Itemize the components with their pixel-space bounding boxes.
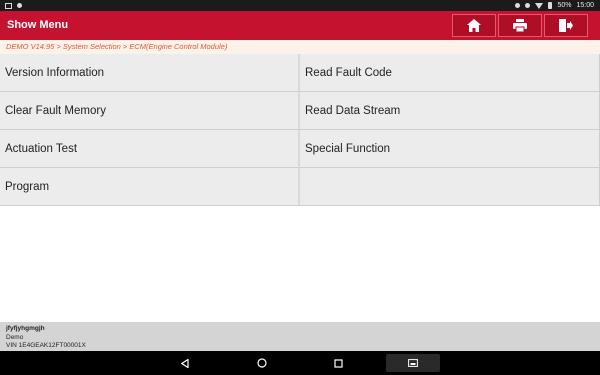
exit-icon: [559, 19, 573, 32]
status-right: 50% 15:00: [515, 0, 594, 11]
home-button[interactable]: [452, 14, 496, 37]
menu-item-read-data-stream[interactable]: Read Data Stream: [300, 92, 600, 130]
function-menu: Version Information Read Fault Code Clea…: [0, 54, 600, 206]
battery-icon: [548, 2, 553, 9]
vehicle-info-panel: jfyfjyhgmgjh Demo VIN 1E4GEAK12FT00001X: [0, 322, 600, 351]
vehicle-mode: Demo: [6, 333, 24, 341]
print-button[interactable]: [498, 14, 542, 37]
menu-item-actuation-test[interactable]: Actuation Test: [0, 130, 300, 168]
page-title: Show Menu: [7, 19, 69, 31]
bluetooth-icon: [525, 3, 531, 8]
menu-item-special-function[interactable]: Special Function: [300, 130, 600, 168]
menu-item-program[interactable]: Program: [0, 168, 300, 206]
clock: 15:00: [576, 2, 594, 9]
status-bar: 50% 15:00: [0, 0, 600, 11]
printer-icon: [513, 19, 527, 32]
app-header: Show Menu: [0, 11, 600, 40]
wifi-icon: [535, 2, 544, 9]
app-notification-icon: [17, 3, 22, 8]
vehicle-vin: VIN 1E4GEAK12FT00001X: [6, 342, 86, 349]
menu-item-read-fault-code[interactable]: Read Fault Code: [300, 54, 600, 92]
recent-apps-button[interactable]: [330, 351, 346, 375]
navigation-bar: [0, 351, 600, 375]
back-triangle-icon: [181, 358, 189, 368]
menu-item-empty: [300, 168, 600, 206]
menu-item-version-information[interactable]: Version Information: [0, 54, 300, 92]
image-notification-icon: [5, 2, 12, 9]
home-circle-icon: [257, 358, 267, 368]
screenshot-button[interactable]: [386, 354, 440, 372]
status-left: [5, 0, 22, 11]
menu-item-clear-fault-memory[interactable]: Clear Fault Memory: [0, 92, 300, 130]
breadcrumb: DEMO V14.95 > System Selection > ECM(Eng…: [0, 40, 600, 54]
home-icon: [467, 19, 481, 32]
back-button[interactable]: [178, 351, 192, 375]
screenshot-icon: [408, 359, 418, 367]
location-icon: [515, 3, 521, 8]
home-nav-button[interactable]: [253, 351, 271, 375]
battery-percent: 50%: [557, 2, 572, 9]
exit-button[interactable]: [544, 14, 588, 37]
vehicle-name: jfyfjyhgmgjh: [6, 325, 45, 332]
recent-square-icon: [333, 358, 343, 368]
